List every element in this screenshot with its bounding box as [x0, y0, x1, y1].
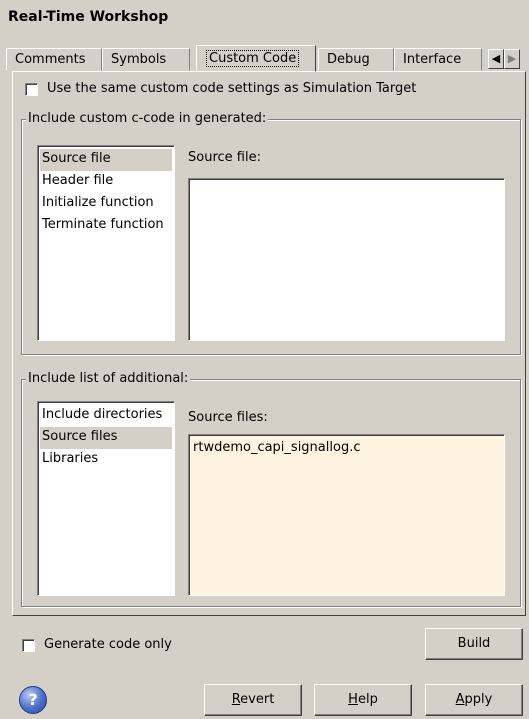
- tab-custom-code[interactable]: Custom Code: [196, 45, 316, 72]
- source-file-editor[interactable]: [188, 178, 505, 341]
- generate-code-only-label: Generate code only: [44, 637, 172, 652]
- help-label: elp: [357, 692, 378, 707]
- tab-comments[interactable]: Comments: [6, 48, 102, 70]
- tab-interface[interactable]: Interface: [394, 48, 482, 70]
- custom-code-panel: Use the same custom code settings as Sim…: [12, 71, 526, 616]
- generate-code-only-checkbox[interactable]: [22, 639, 35, 652]
- list-item[interactable]: Include directories: [40, 405, 172, 427]
- list-type-list[interactable]: Include directories Source files Librari…: [37, 401, 175, 596]
- list-item[interactable]: Terminate function: [40, 215, 172, 237]
- source-file-label: Source file:: [188, 150, 261, 165]
- help-icon[interactable]: ?: [19, 686, 47, 714]
- same-settings-checkbox[interactable]: [25, 83, 38, 96]
- tab-label: Interface: [403, 52, 462, 67]
- tab-label: Symbols: [111, 52, 167, 67]
- include-list-legend: Include list of additional:: [26, 371, 191, 386]
- list-item[interactable]: Libraries: [40, 449, 172, 471]
- tab-debug[interactable]: Debug: [318, 48, 394, 70]
- window-title: Real-Time Workshop: [8, 9, 169, 25]
- apply-button[interactable]: Apply: [425, 684, 523, 716]
- list-item[interactable]: Header file: [40, 171, 172, 193]
- apply-mnemonic: A: [455, 692, 465, 707]
- apply-label: pply: [464, 692, 493, 707]
- help-button[interactable]: Help: [314, 684, 412, 716]
- list-item[interactable]: Source files: [40, 427, 172, 449]
- code-section-list[interactable]: Source file Header file Initialize funct…: [37, 145, 175, 341]
- revert-button[interactable]: Revert: [204, 684, 302, 716]
- source-files-label: Source files:: [188, 410, 268, 425]
- revert-mnemonic: R: [231, 692, 241, 707]
- tab-label: Custom Code: [205, 50, 300, 67]
- include-code-group: Include custom c-code in generated: Sour…: [21, 111, 521, 355]
- revert-label: evert: [240, 692, 275, 707]
- build-button[interactable]: Build: [425, 628, 523, 660]
- include-code-legend: Include custom c-code in generated:: [26, 111, 269, 126]
- include-list-group: Include list of additional: Include dire…: [21, 371, 521, 607]
- list-item[interactable]: Source file: [40, 149, 172, 171]
- same-settings-label: Use the same custom code settings as Sim…: [47, 81, 417, 96]
- tab-label: Comments: [15, 52, 86, 67]
- tab-label: Debug: [327, 52, 370, 67]
- tab-scroll-right-icon[interactable]: ▶: [504, 49, 520, 69]
- tab-scroll-left-icon[interactable]: ◀: [488, 49, 504, 69]
- tab-bar: Comments Symbols Custom Code Debug Inter…: [6, 45, 526, 72]
- tab-symbols[interactable]: Symbols: [102, 48, 190, 70]
- source-files-editor[interactable]: rtwdemo_capi_signallog.c: [188, 434, 505, 596]
- help-mnemonic: H: [348, 692, 358, 707]
- list-item[interactable]: Initialize function: [40, 193, 172, 215]
